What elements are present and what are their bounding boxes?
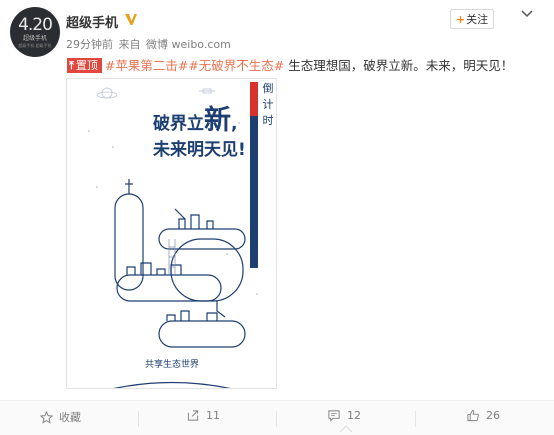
capsule-right [170, 238, 244, 318]
star-icon [40, 410, 53, 424]
repost-count: 11 [206, 409, 220, 422]
headline-line1: 破界立新, [153, 104, 237, 136]
favorite-label: 收藏 [59, 411, 81, 424]
from-label: 来自 [118, 38, 141, 51]
poster-footer: 共享生态世界 [145, 358, 199, 370]
plus-icon: + [455, 12, 466, 26]
action-bar: 收藏 11 12 26 [0, 400, 554, 435]
pin-badge: ⤒ 置顶 [67, 58, 102, 73]
poster-illustration: 倒 计 时 破界立新, 未来明天见! 共享生态世界 [88, 82, 274, 388]
thumbs-up-icon [467, 409, 479, 422]
headline-line2: 未来明天见! [152, 139, 246, 160]
comment-button[interactable]: 12 [327, 409, 361, 422]
countdown-char-3: 时 [263, 114, 274, 127]
avatar-date: 4.20 [18, 14, 53, 35]
countdown-bar-red [250, 82, 258, 116]
post-meta: 29分钟前 来自 微博 weibo.com [66, 36, 233, 52]
pin-label: 置顶 [75, 59, 98, 72]
username-link[interactable]: 超级手机 [66, 12, 118, 31]
follow-label: 关注 [466, 13, 489, 26]
like-button[interactable]: 26 [466, 409, 500, 422]
chevron-down-icon[interactable] [520, 8, 534, 20]
divider [276, 411, 277, 427]
follow-button[interactable]: + 关注 [450, 9, 494, 29]
avatar[interactable]: 4.20 超级手机 超级手机 超级手机 [10, 7, 60, 57]
capsule-vertical [114, 179, 144, 291]
countdown-char-2: 计 [263, 98, 274, 111]
planet-icon [96, 87, 118, 99]
comment-active-caret-icon [340, 425, 352, 432]
hashtag-link[interactable]: #无破界不生态# [188, 58, 284, 73]
pin-icon: ⤒ [69, 59, 74, 72]
capsule-upper [158, 208, 246, 250]
avatar-caption: 超级手机 [22, 34, 47, 42]
favorite-button[interactable]: 收藏 [40, 409, 81, 425]
post-text: ⤒ 置顶 #苹果第二击##无破界不生态# 生态理想国，破界立新。未来，明天见！ [67, 55, 513, 74]
comment-count: 12 [347, 409, 361, 422]
countdown-char-1: 倒 [263, 82, 274, 95]
post-body: 生态理想国，破界立新。未来，明天见！ [284, 58, 514, 73]
verified-badge-icon [125, 14, 137, 25]
capsule-lower [158, 310, 246, 348]
post-time[interactable]: 29分钟前 [66, 38, 113, 51]
globe-arc [113, 381, 231, 388]
divider [138, 411, 139, 427]
post-image[interactable]: 倒 计 时 破界立新, 未来明天见! 共享生态世界 [66, 78, 277, 389]
hashtag-link[interactable]: #苹果第二击# [105, 58, 188, 73]
weibo-post-card: 4.20 超级手机 超级手机 超级手机 超级手机 29分钟前 来自 微博 wei… [0, 0, 554, 435]
ladders [168, 239, 176, 275]
countdown-bar [250, 116, 258, 268]
divider [415, 411, 416, 427]
comment-icon [328, 410, 340, 422]
repost-icon [187, 410, 199, 421]
post-source[interactable]: 微博 weibo.com [146, 38, 231, 51]
avatar-subcaption: 超级手机 超级手机 [18, 42, 52, 48]
satellite-icon [199, 88, 215, 94]
repost-button[interactable]: 11 [186, 409, 220, 422]
like-count: 26 [486, 409, 500, 422]
